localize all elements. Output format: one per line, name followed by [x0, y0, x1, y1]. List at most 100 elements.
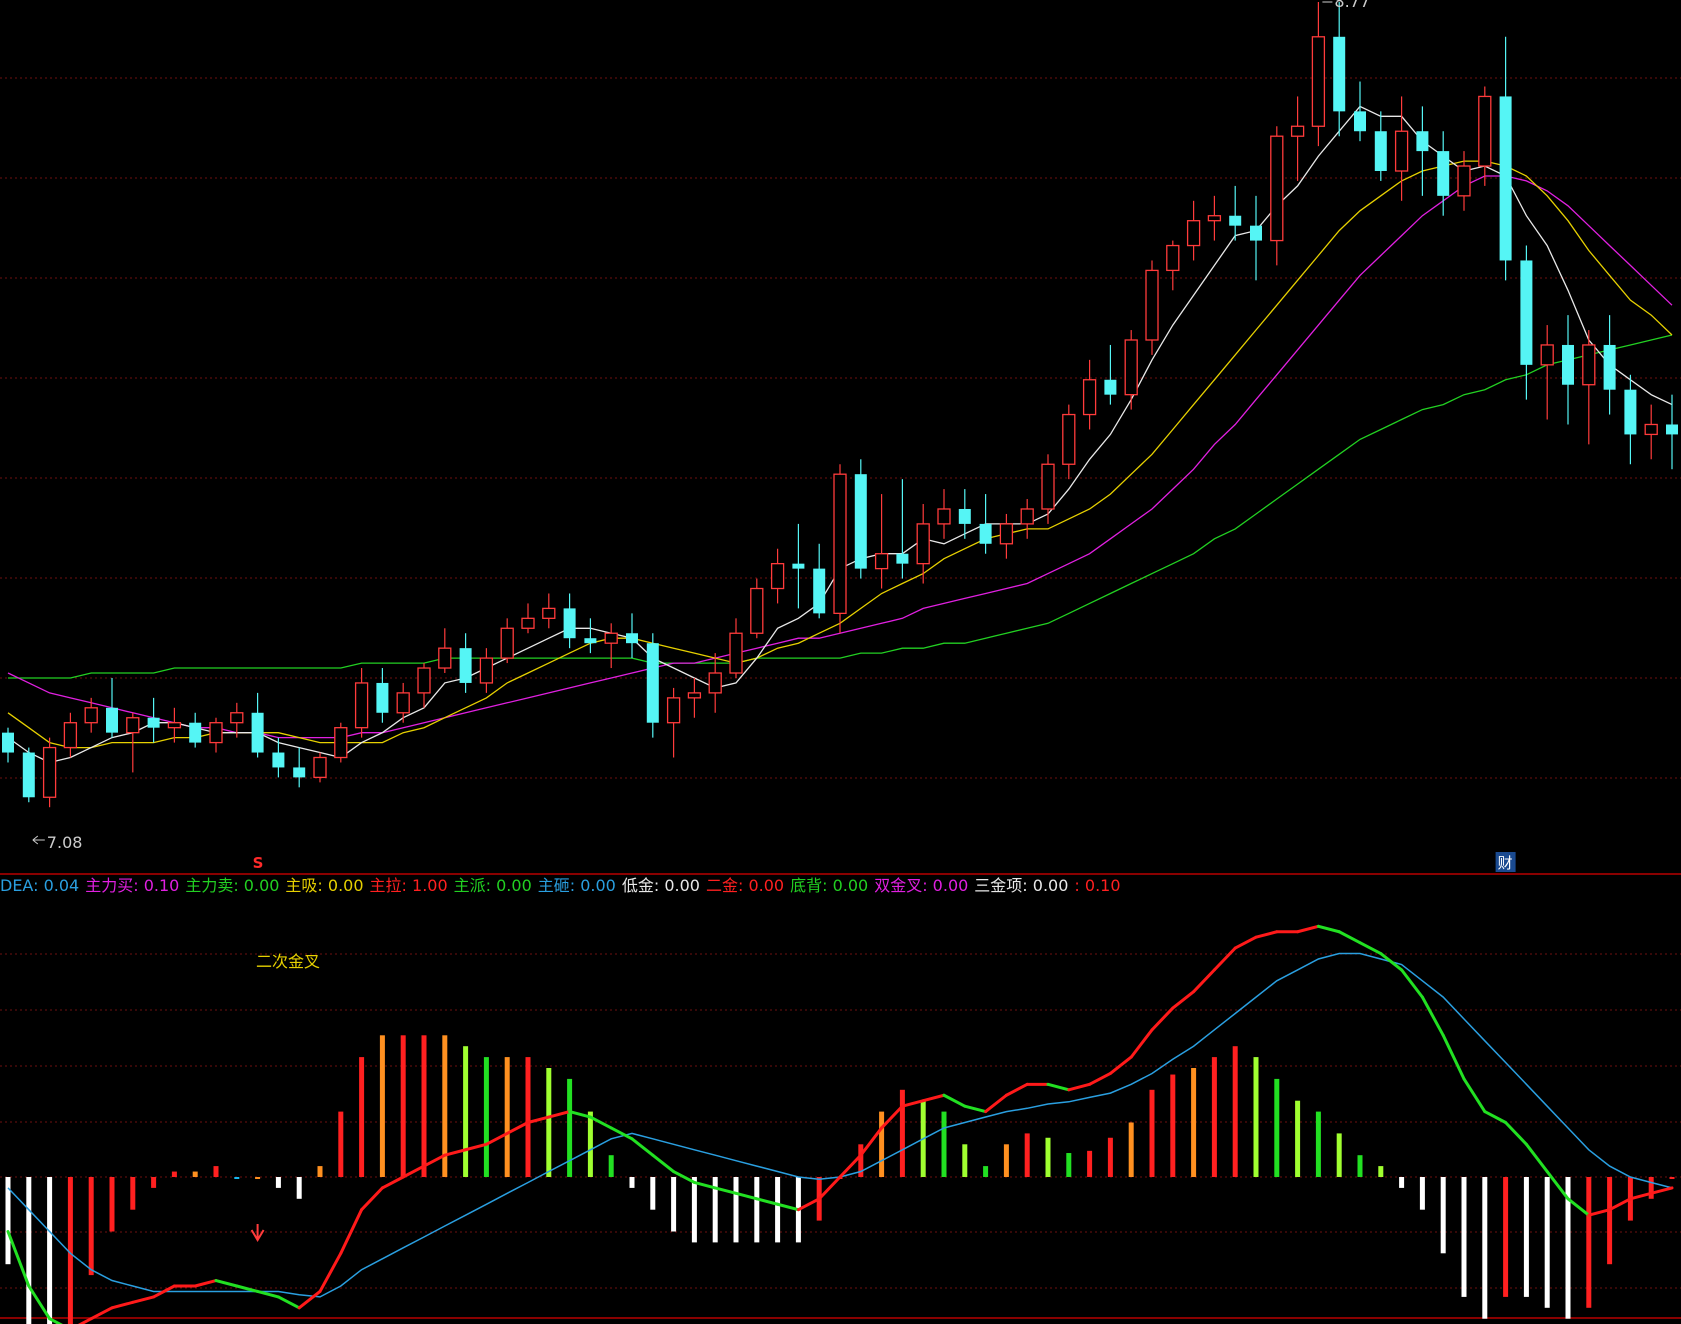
macd-histogram-bar: [962, 1144, 968, 1177]
macd-histogram-bar: [275, 1177, 281, 1188]
macd-histogram-bar: [1274, 1078, 1280, 1177]
candle-body-up: [313, 756, 327, 779]
candle-body-down: [1603, 344, 1616, 390]
macd-histogram-bar: [109, 1177, 115, 1232]
legend-item-value: 0.10: [143, 876, 180, 895]
macd-histogram-bar: [1066, 1153, 1072, 1177]
dif-line-segment: [318, 1251, 343, 1293]
legend-item-name: 主吸:: [285, 876, 328, 895]
candle-body-down: [147, 717, 160, 728]
dif-line-segment: [755, 1197, 780, 1206]
dif-line-segment: [297, 1289, 322, 1310]
golden-cross-arrow: [250, 1224, 265, 1242]
dif-line-segment: [1254, 930, 1279, 939]
macd-histogram-bar: [1253, 1057, 1259, 1177]
dif-line-segment: [900, 1099, 925, 1108]
moving-average-lines: [7, 105, 1673, 764]
dif-line-segment: [89, 1306, 114, 1321]
candle-body-down: [1437, 151, 1450, 196]
macd-histogram-bar: [1523, 1177, 1529, 1297]
legend-item-value: 0.00: [748, 876, 785, 895]
candle-body-down: [376, 682, 389, 713]
dif-line-segment: [1316, 924, 1341, 934]
dif-line-segment: [1649, 1186, 1674, 1195]
macd-histogram-bar: [130, 1177, 136, 1210]
legend-item-value: 1.00: [412, 876, 448, 895]
dif-line-segment: [1400, 968, 1424, 999]
candle-body-down: [1354, 111, 1366, 132]
macd-histogram-bar: [1315, 1111, 1321, 1177]
dif-line-segment: [1608, 1197, 1632, 1212]
macd-histogram-bar: [1107, 1137, 1113, 1177]
dif-line-segment: [214, 1279, 239, 1288]
candle-body-up: [1062, 413, 1076, 465]
dif-line-segment: [1150, 1006, 1175, 1032]
macd-histogram-bar: [1045, 1137, 1051, 1177]
candle-body-up: [770, 563, 785, 590]
candle-body-up: [1041, 463, 1055, 510]
legend-item-name: 主拉:: [369, 876, 413, 895]
dif-line-segment: [6, 1230, 31, 1288]
legend-item-value: 0.00: [664, 876, 700, 895]
candle-body-down: [251, 712, 264, 753]
dif-line-segment: [505, 1121, 530, 1135]
candle-body-down: [1333, 36, 1346, 112]
candle-body-up: [126, 717, 140, 734]
macd-histogram-bar: [1170, 1074, 1176, 1177]
second-golden-cross-label: 二次金叉: [256, 952, 321, 971]
candle-body-up: [604, 632, 618, 644]
macd-histogram-bar: [88, 1177, 94, 1276]
candle-body-up: [209, 722, 223, 744]
candle-body-down: [1499, 96, 1512, 261]
legend-item-name: :: [1074, 876, 1085, 895]
candle-body-up: [1540, 344, 1554, 366]
legend-item-name: 主力卖:: [185, 876, 244, 895]
legend-item-value: 0.00: [580, 876, 616, 895]
candle-body-down: [563, 608, 576, 639]
dif-line-segment: [339, 1208, 364, 1255]
candle-body-up: [230, 712, 244, 724]
candle-body-up: [1207, 215, 1222, 222]
macd-histogram-bar: [338, 1111, 344, 1177]
macd-histogram-bar: [504, 1057, 510, 1177]
dif-line-segment: [1420, 995, 1445, 1037]
candle-body-up: [479, 657, 494, 684]
candle-body-up: [1020, 508, 1034, 525]
dif-line-segment: [692, 1180, 717, 1190]
macd-histogram-bar: [1503, 1177, 1509, 1297]
dif-line-segment: [921, 1093, 946, 1103]
macd-histogram-bar: [421, 1035, 427, 1177]
dif-line-segment: [276, 1295, 301, 1310]
legend-item-value: 0.04: [43, 876, 80, 895]
dif-line-segment: [1129, 1028, 1154, 1059]
candle-body-up: [542, 607, 556, 619]
candle-body-down: [22, 752, 35, 798]
macd-panel: [5, 924, 1675, 1324]
macd-histogram-bar: [1211, 1057, 1217, 1177]
candle-body-down: [459, 648, 472, 683]
dif-line-segment: [110, 1300, 135, 1310]
candle-body-up: [521, 617, 535, 629]
dif-line-segment: [880, 1104, 904, 1130]
dif-line-segment: [1296, 924, 1320, 934]
candle-body-up: [687, 692, 702, 699]
macd-histogram-bar: [1482, 1177, 1488, 1319]
macd-histogram-bar: [1357, 1155, 1363, 1177]
dif-line-segment: [651, 1153, 676, 1174]
macd-histogram-bar: [234, 1177, 240, 1179]
grid-lines: [0, 77, 1681, 1319]
candle-body-down: [1416, 131, 1429, 152]
macd-histogram-bar: [650, 1177, 656, 1210]
legend-item-value: 0.00: [327, 876, 364, 895]
macd-histogram-bar: [546, 1068, 552, 1177]
dif-line-segment: [131, 1295, 156, 1304]
legend-item-value: 0.10: [1084, 876, 1121, 895]
candle-body-up: [729, 632, 743, 674]
dif-line-segment: [380, 1175, 405, 1190]
legend-item: 低金: 0.00: [622, 876, 700, 895]
macd-histogram-bar: [26, 1177, 32, 1324]
candle-body-down: [1562, 344, 1574, 385]
candle-body-down: [1624, 389, 1637, 435]
macd-histogram-bar: [899, 1089, 905, 1177]
macd-histogram-bar: [1419, 1177, 1425, 1210]
